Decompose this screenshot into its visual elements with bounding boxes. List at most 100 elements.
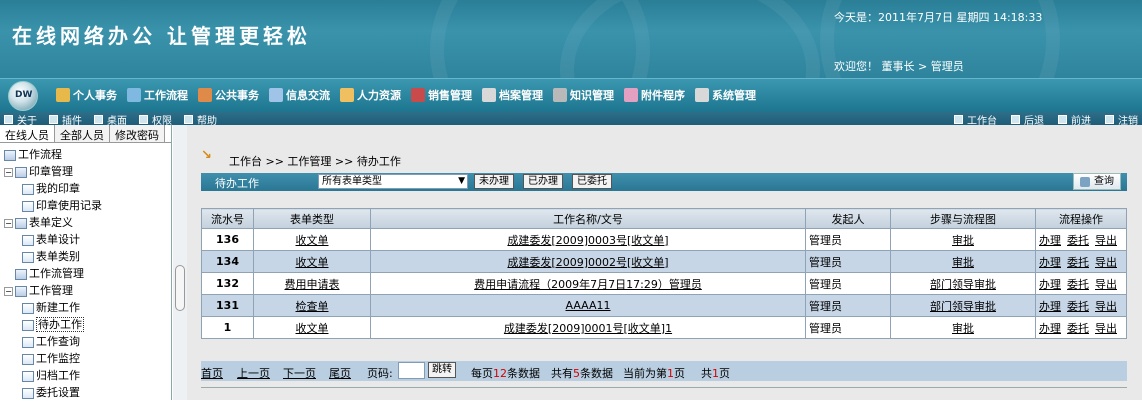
tree-item-workflow[interactable]: 工作流程 [0,146,171,163]
form-type-link[interactable]: 收文单 [296,256,329,269]
handled-button[interactable]: 已办理 [523,174,563,189]
tree-label: 工作流管理 [29,267,84,280]
column-header: 工作名称/文号 [370,208,806,229]
form-type-link[interactable]: 收文单 [296,322,329,335]
menu-item-public[interactable]: 公共事务 [198,87,259,103]
step-link[interactable]: 部门领导审批 [930,278,996,291]
delegate-link[interactable]: 委托 [1067,256,1089,269]
export-link[interactable]: 导出 [1095,322,1117,335]
export-link[interactable]: 导出 [1095,234,1117,247]
pages-prefix: 共 [701,367,712,380]
handle-link[interactable]: 办理 [1039,278,1061,291]
step-link[interactable]: 审批 [952,234,974,247]
total-pages: 1 [712,367,719,380]
menu-item-system[interactable]: 系统管理 [695,87,756,103]
tree-label: 表单定义 [29,216,73,229]
tree-item-new-work[interactable]: 新建工作 [0,299,171,316]
collapse-icon[interactable]: − [4,218,13,228]
delegate-link[interactable]: 委托 [1067,234,1089,247]
menu-item-sales[interactable]: 销售管理 [411,87,472,103]
serial-number: 132 [201,272,254,295]
brand-title: 在线网络办公 让管理更轻松 [12,24,311,48]
export-link[interactable]: 导出 [1095,256,1117,269]
handle-link[interactable]: 办理 [1039,256,1061,269]
collapse-icon[interactable]: − [4,286,13,296]
menu-item-archive[interactable]: 档案管理 [482,87,543,103]
tree-item-form-design[interactable]: 表单设计 [0,231,171,248]
collapse-handle[interactable] [175,265,185,311]
menu-item-attachment[interactable]: 附件程序 [624,87,685,103]
tree-item-work-management[interactable]: − 工作管理 [0,282,171,299]
handle-link[interactable]: 办理 [1039,234,1061,247]
delegate-link[interactable]: 委托 [1067,322,1089,335]
export-link[interactable]: 导出 [1095,300,1117,313]
next-page-link[interactable]: 下一页 [283,365,316,381]
column-header: 步骤与流程图 [890,208,1036,229]
tree-item-workflow-management[interactable]: 工作流管理 [0,265,171,282]
table-row: 134 收文单 成建委发[2009]0002号[收文单] 管理员 审批 办理 委托… [201,250,1127,273]
tree-item-form-category[interactable]: 表单类别 [0,248,171,265]
query-button[interactable]: 查询 [1073,173,1121,190]
work-name-link[interactable]: 成建委发[2009]0002号[收文单] [507,256,668,269]
work-name-link[interactable]: 费用申请流程（2009年7月7日17:29）管理员 [474,278,702,291]
tree-label: 表单类别 [36,250,80,263]
first-page-link[interactable]: 首页 [201,365,223,381]
menu-item-knowledge[interactable]: 知识管理 [553,87,614,103]
tree-item-archive-work[interactable]: 归档工作 [0,367,171,384]
document-icon [22,302,34,314]
handle-link[interactable]: 办理 [1039,300,1061,313]
menu-item-personal[interactable]: 个人事务 [56,87,117,103]
menu-item-workflow[interactable]: 工作流程 [127,87,188,103]
document-icon [22,353,34,365]
form-type-link[interactable]: 收文单 [296,234,329,247]
handle-link[interactable]: 办理 [1039,322,1061,335]
page-number-input[interactable] [398,362,425,379]
sidebar: 在线人员 全部人员 修改密码 工作流程 − 印章管理 我的印章 印章使用记录 − 表… [0,125,172,400]
step-link[interactable]: 部门领导审批 [930,300,996,313]
per-page-count: 12 [493,367,507,380]
main-content: ↘ 工作台 >> 工作管理 >> 待办工作 待办工作 所有表单类型 ▼ 未办理 … [187,125,1142,400]
menu-item-label: 档案管理 [499,89,543,102]
work-name-link[interactable]: 成建委发[2009]0003号[收文单] [507,234,668,247]
sidebar-splitter[interactable] [173,125,187,400]
tree-item-seal-management[interactable]: − 印章管理 [0,163,171,180]
tab-change-password[interactable]: 修改密码 [110,125,165,142]
tree-item-work-monitor[interactable]: 工作监控 [0,350,171,367]
prev-page-link[interactable]: 上一页 [237,365,270,381]
per-page-prefix: 每页 [471,367,493,380]
last-page-link[interactable]: 尾页 [329,365,351,381]
step-link[interactable]: 审批 [952,322,974,335]
collapse-icon[interactable]: − [4,167,13,177]
tree-item-my-seal[interactable]: 我的印章 [0,180,171,197]
export-link[interactable]: 导出 [1095,278,1117,291]
document-icon [22,370,34,382]
work-name-link[interactable]: 成建委发[2009]0001号[收文单]1 [504,322,672,335]
delegate-link[interactable]: 委托 [1067,300,1089,313]
menu-item-label: 工作流程 [144,89,188,102]
menu-item-message[interactable]: 信息交流 [269,87,330,103]
tree-item-delegation-settings[interactable]: 委托设置 [0,384,171,401]
delegated-button[interactable]: 已委托 [572,174,612,189]
expander-spacer [4,269,13,279]
form-type-link[interactable]: 费用申请表 [285,278,340,291]
breadcrumb: 工作台 >> 工作管理 >> 待办工作 [229,155,401,168]
tree-item-work-query[interactable]: 工作查询 [0,333,171,350]
not-handled-button[interactable]: 未办理 [474,174,514,189]
quick-toolbar: 关于 插件 桌面 权限 帮助 工作台 后退 前进 注销 [0,112,1142,127]
tree-item-seal-usage-log[interactable]: 印章使用记录 [0,197,171,214]
menu-item-hr[interactable]: 人力资源 [340,87,401,103]
delegate-link[interactable]: 委托 [1067,278,1089,291]
form-type-link[interactable]: 检查单 [296,300,329,313]
jump-button[interactable]: 跳转 [428,362,456,378]
work-name-link[interactable]: AAAA11 [565,299,610,312]
tab-online-users[interactable]: 在线人员 [0,125,55,142]
plugin-icon [49,115,58,124]
tree-label: 工作管理 [29,284,73,297]
tab-all-users[interactable]: 全部人员 [55,125,110,142]
home-logo-icon[interactable]: DW [8,81,38,111]
tree-item-pending-work[interactable]: 待办工作 [0,316,171,333]
form-type-select[interactable]: 所有表单类型 ▼ [318,174,468,189]
step-link[interactable]: 审批 [952,256,974,269]
tree-item-form-definition[interactable]: − 表单定义 [0,214,171,231]
person-icon [56,88,70,102]
